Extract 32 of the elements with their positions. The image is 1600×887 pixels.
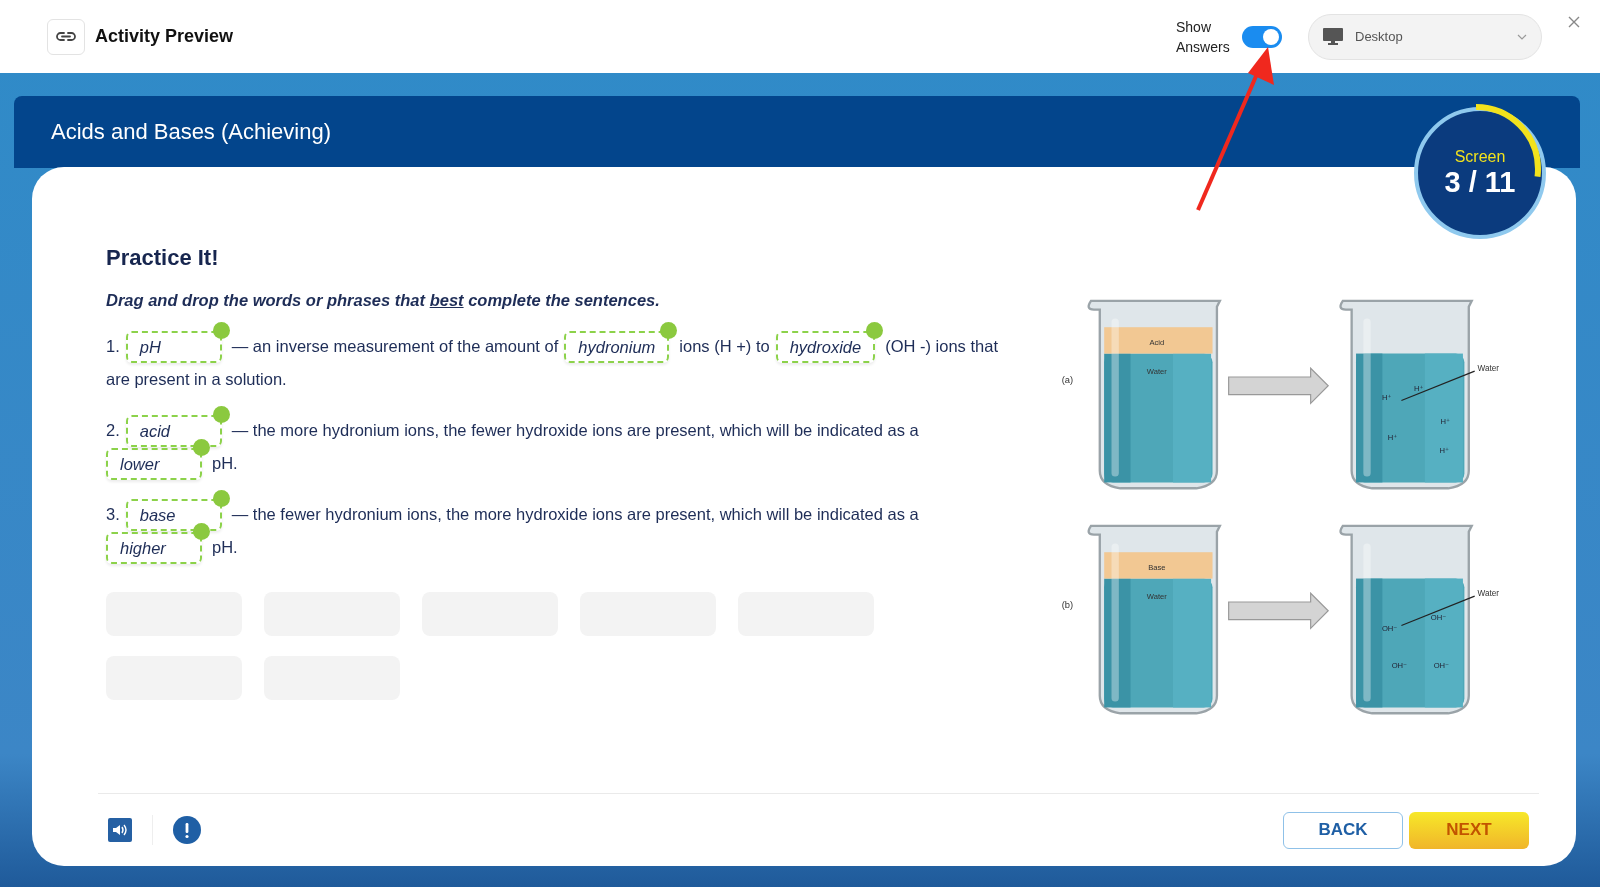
speaker-icon: [108, 818, 132, 842]
sentence-text: pH.: [212, 454, 238, 473]
exclamation-icon: [173, 816, 201, 844]
audio-button[interactable]: [108, 818, 132, 842]
link-icon: [56, 29, 76, 44]
instruction-text: Drag and drop the words or phrases that best complete the sentences.: [106, 291, 661, 310]
close-icon: [1568, 16, 1580, 28]
sentence-number: 2.: [106, 421, 120, 440]
sentence-text: pH.: [212, 538, 238, 557]
sentence-number: 1.: [106, 337, 120, 356]
sentence-text: — an inverse measurement of the amount of: [231, 337, 559, 356]
activity-title: Acids and Bases (Achieving): [51, 119, 332, 145]
monitor-icon: [1323, 28, 1343, 45]
sentence-number: 3.: [106, 505, 120, 524]
screen-label: Screen: [1454, 147, 1506, 166]
info-button[interactable]: [173, 816, 201, 844]
section-heading: Practice It!: [106, 245, 220, 271]
sentence-text: ions (H +) to: [679, 337, 770, 356]
sentence-text: — the fewer hydronium ions, the more hydroxide ions are present, which will be indicated as a: [231, 505, 919, 524]
back-button[interactable]: BACK: [1283, 811, 1403, 849]
app-title: Activity Preview: [95, 26, 234, 47]
beaker-diagram: (a) Acid Water H⁺ H⁺ H⁺ H⁺ H⁺ Water: [1061, 295, 1531, 500]
beaker-diagram: (b) Base Water OH⁻ OH⁻ OH⁻ OH⁻ Water: [1061, 520, 1531, 725]
sentence-text: (OH -) ions that: [885, 337, 998, 356]
sentence-text: are present in a solution.: [106, 370, 287, 389]
sentence-text: — the more hydronium ions, the fewer hydroxide ions are present, which will be indicated as a: [231, 421, 919, 440]
chevron-down-icon: [1517, 33, 1527, 40]
screen-count: 3 / 11: [1444, 165, 1516, 199]
device-dropdown[interactable]: Desktop: [1308, 13, 1542, 60]
show-answers-toggle[interactable]: [1242, 25, 1282, 48]
show-answers-label: Show Answers: [1176, 17, 1231, 57]
preview-link-button[interactable]: [47, 18, 85, 55]
